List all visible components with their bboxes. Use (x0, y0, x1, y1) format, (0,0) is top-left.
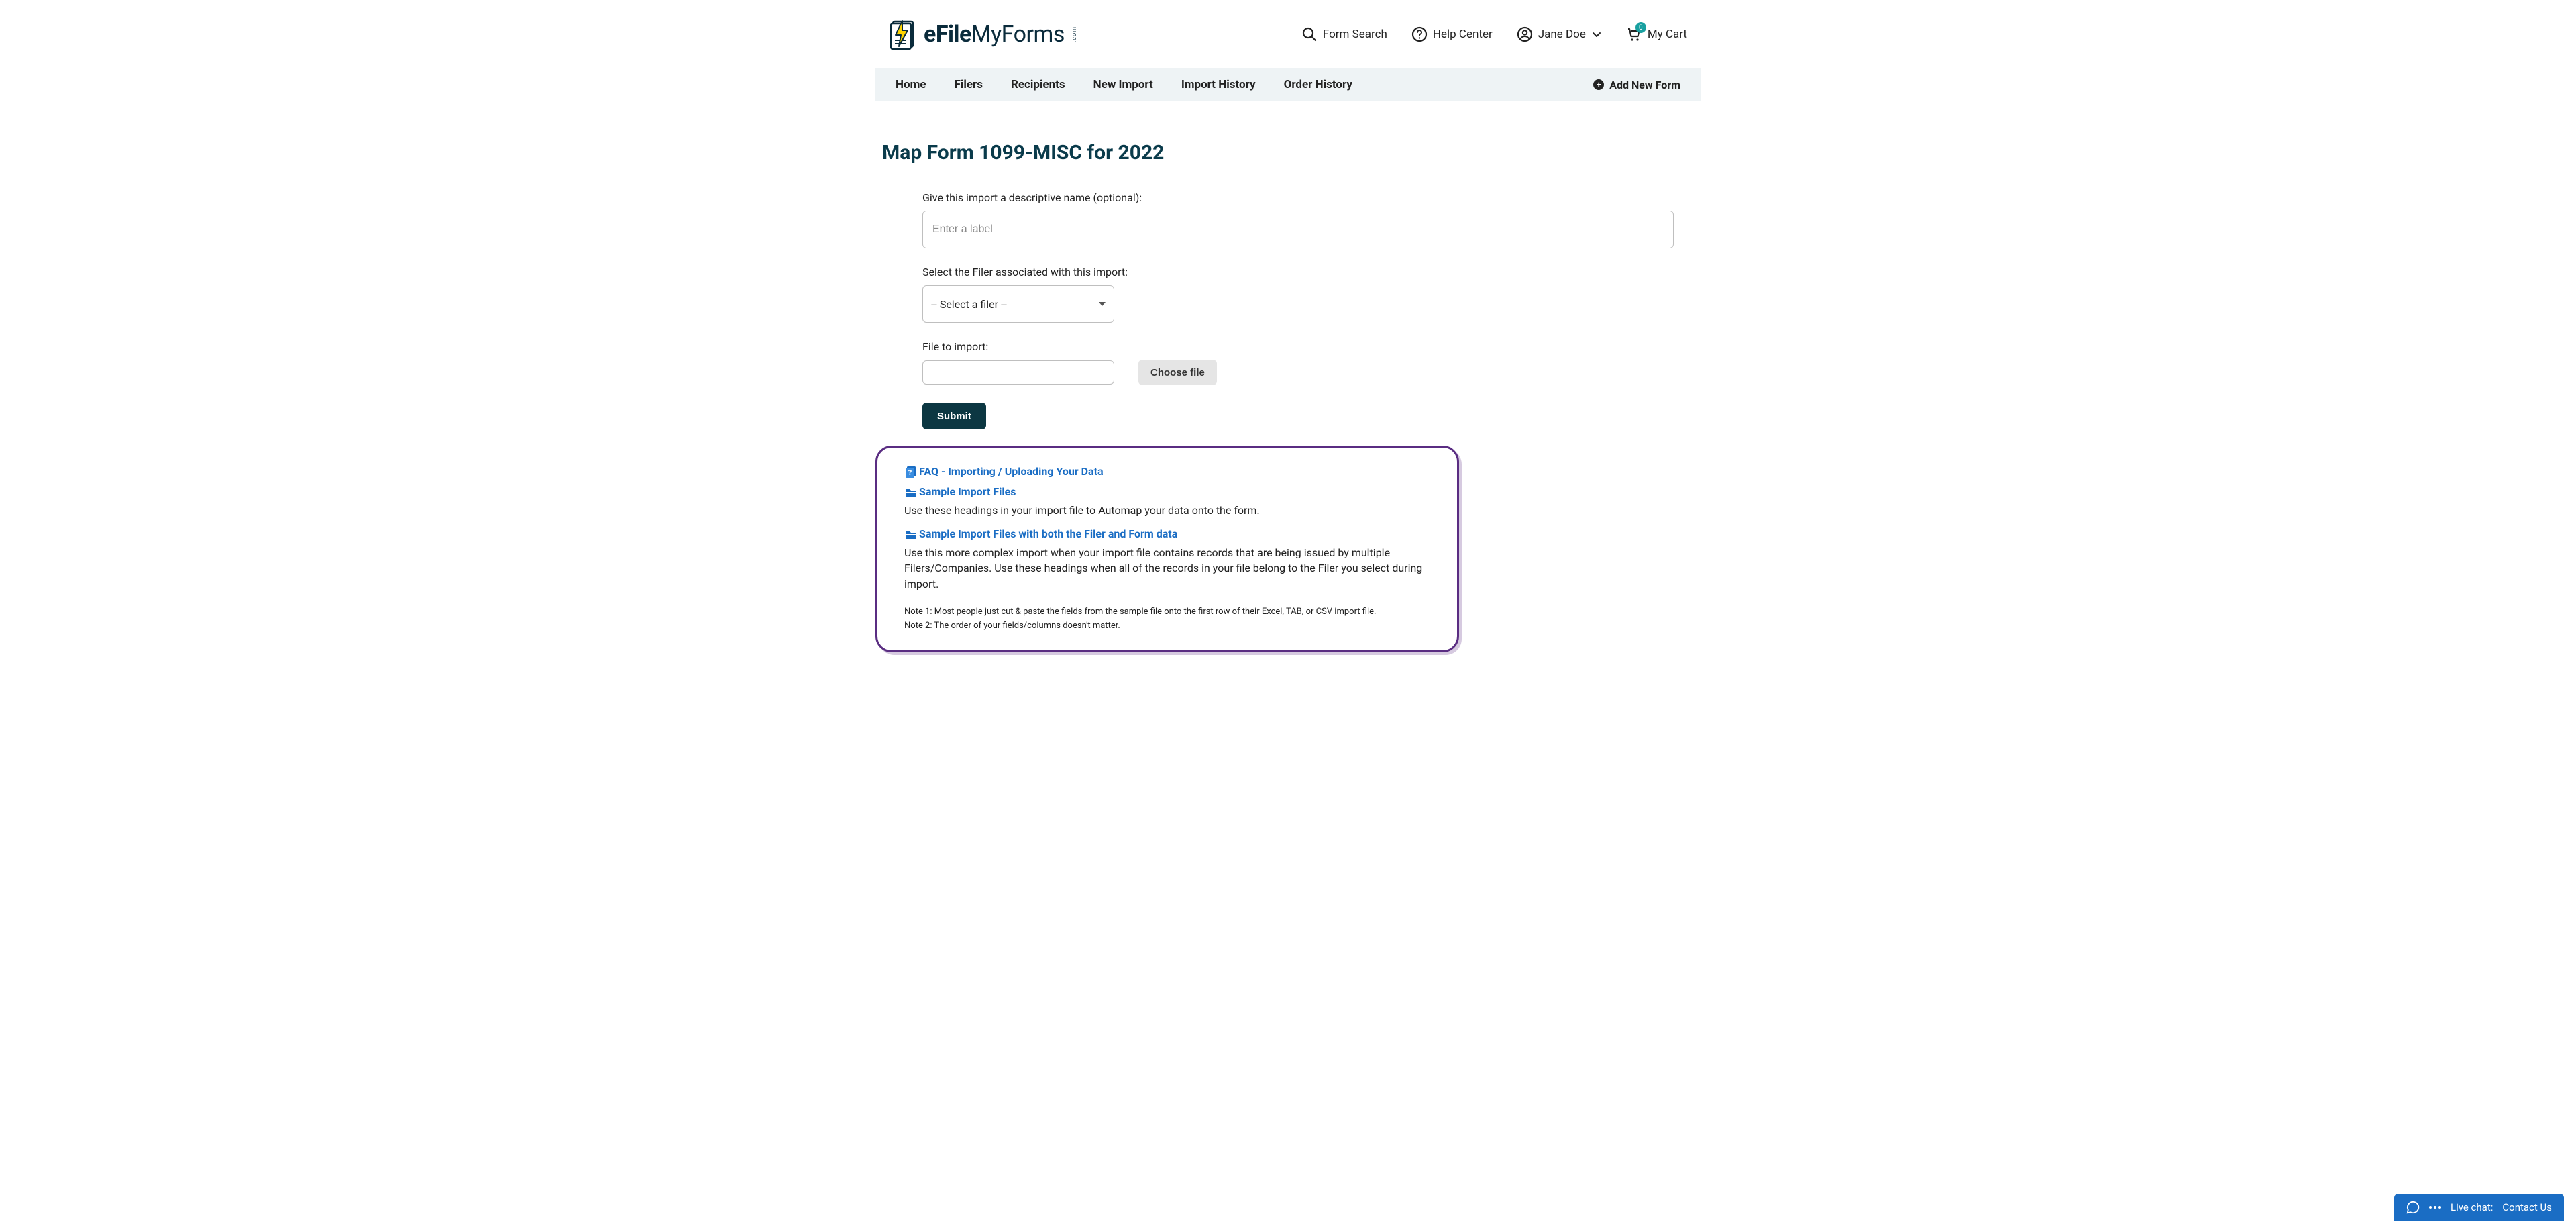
file-path-input[interactable] (922, 360, 1114, 385)
help-note-2: Note 2: The order of your fields/columns… (904, 619, 1430, 633)
sample-files-link[interactable]: Sample Import Files (919, 485, 1016, 498)
page-content: Map Form 1099-MISC for 2022 Give this im… (875, 101, 1701, 679)
import-form: Give this import a descriptive name (opt… (882, 191, 1674, 429)
filer-select[interactable]: -- Select a filer -- (922, 285, 1114, 323)
folder-icon (904, 527, 918, 541)
help-icon (1411, 26, 1428, 42)
nav-recipients[interactable]: Recipients (1011, 78, 1065, 91)
label-file-import: File to import: (922, 340, 1674, 353)
nav-filers[interactable]: Filers (955, 78, 983, 91)
add-new-form-label: Add New Form (1609, 79, 1680, 91)
form-search-link[interactable]: Form Search (1301, 26, 1387, 42)
chat-prefix-label: Live chat: (2451, 1201, 2493, 1213)
svg-text:?: ? (908, 468, 912, 477)
cart-label: My Cart (1648, 28, 1687, 41)
user-icon (1517, 26, 1533, 42)
search-icon (1301, 26, 1318, 42)
add-new-form-button[interactable]: + Add New Form (1593, 79, 1680, 91)
top-bar: eFileMyForms .com Form Search Help Cente… (875, 0, 1701, 68)
nav-new-import[interactable]: New Import (1093, 78, 1153, 91)
filer-select-value: -- Select a filer -- (931, 298, 1007, 311)
nav-import-history[interactable]: Import History (1181, 78, 1256, 91)
logo-text: eFileMyForms (924, 21, 1065, 48)
faq-icon: ? (904, 465, 918, 478)
logo[interactable]: eFileMyForms .com (889, 19, 1078, 50)
chat-bubble-icon (2406, 1201, 2420, 1214)
sample-files-combined-link[interactable]: Sample Import Files with both the Filer … (919, 527, 1177, 540)
nav-left: Home Filers Recipients New Import Import… (896, 78, 1352, 91)
user-name-label: Jane Doe (1538, 28, 1586, 41)
top-actions: Form Search Help Center Jane Doe (1301, 26, 1687, 42)
logo-suffix: .com (1071, 26, 1078, 42)
chat-label: Contact Us (2502, 1201, 2552, 1213)
dropdown-caret-icon (1099, 302, 1106, 306)
typing-dots-icon (2429, 1206, 2441, 1209)
page-title: Map Form 1099-MISC for 2022 (882, 141, 1680, 164)
chevron-down-icon (1591, 26, 1602, 42)
label-filer-select: Select the Filer associated with this im… (922, 266, 1674, 278)
help-center-link[interactable]: Help Center (1411, 26, 1493, 42)
cart-link[interactable]: 0 My Cart (1626, 26, 1687, 42)
nav-order-history[interactable]: Order History (1284, 78, 1352, 91)
live-chat-button[interactable]: Live chat: Contact Us (2394, 1194, 2564, 1221)
form-search-label: Form Search (1323, 28, 1387, 41)
nav-home[interactable]: Home (896, 78, 926, 91)
submit-button[interactable]: Submit (922, 403, 986, 429)
import-name-input[interactable] (922, 211, 1674, 248)
choose-file-button[interactable]: Choose file (1138, 360, 1217, 385)
user-menu[interactable]: Jane Doe (1517, 26, 1602, 42)
logo-icon (889, 19, 918, 50)
faq-link[interactable]: FAQ - Importing / Uploading Your Data (919, 465, 1104, 478)
help-box: ? FAQ - Importing / Uploading Your Data … (875, 446, 1459, 652)
plus-icon: + (1593, 79, 1604, 90)
sample-files-combined-description: Use this more complex import when your i… (904, 545, 1430, 592)
help-center-label: Help Center (1433, 28, 1493, 41)
folder-icon (904, 485, 918, 499)
sample-files-description: Use these headings in your import file t… (904, 503, 1430, 518)
label-import-name: Give this import a descriptive name (opt… (922, 191, 1674, 204)
help-note-1: Note 1: Most people just cut & paste the… (904, 605, 1430, 619)
nav-bar: Home Filers Recipients New Import Import… (875, 68, 1701, 101)
cart-icon: 0 (1626, 26, 1642, 42)
cart-count-badge: 0 (1635, 22, 1646, 33)
